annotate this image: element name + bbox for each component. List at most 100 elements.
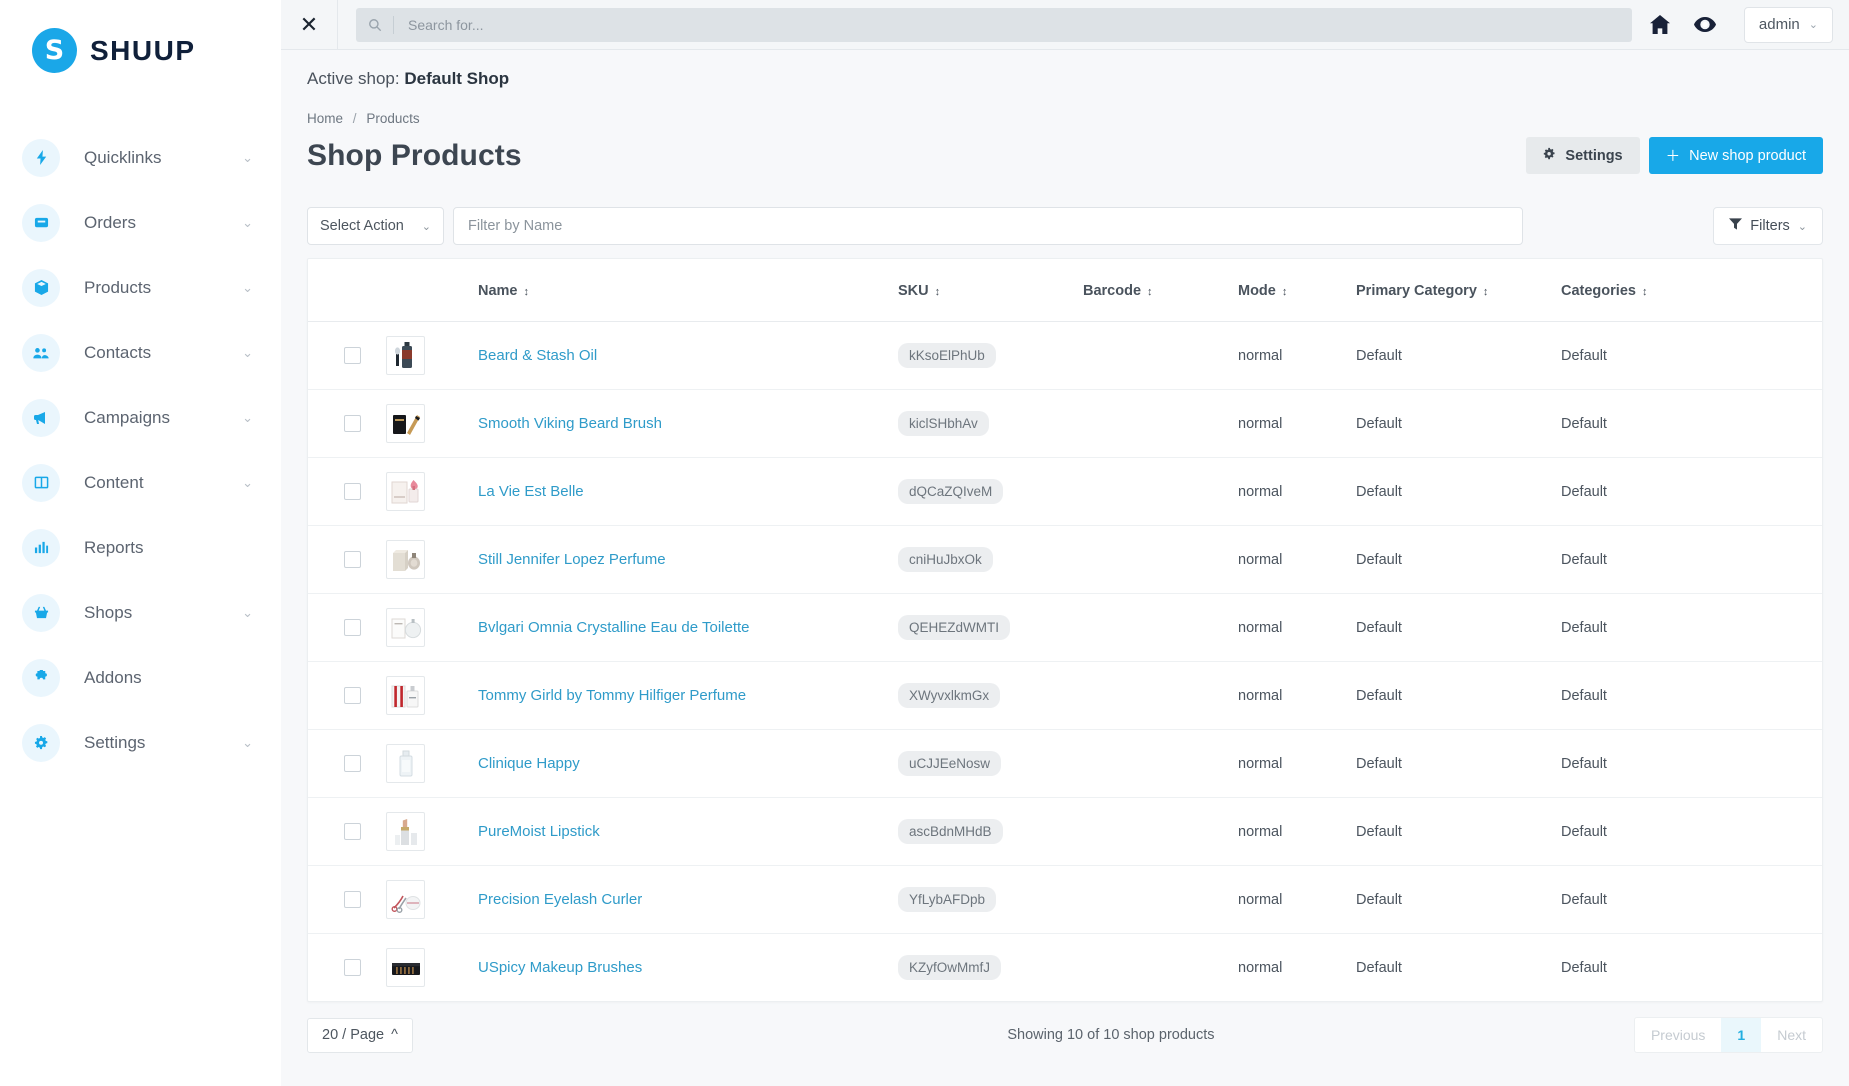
- product-thumbnail-icon: [386, 608, 425, 647]
- sort-icon[interactable]: ↕: [935, 286, 940, 298]
- sidebar-item-addons[interactable]: Addons: [0, 645, 281, 710]
- breadcrumb-separator: /: [353, 111, 357, 126]
- sku-badge: QEHEZdWMTI: [898, 615, 1010, 640]
- product-name-link[interactable]: USpicy Makeup Brushes: [478, 959, 642, 976]
- product-name-link[interactable]: Smooth Viking Beard Brush: [478, 415, 662, 432]
- sidebar-item-orders[interactable]: Orders ⌄: [0, 190, 281, 255]
- cube-icon: [22, 269, 60, 307]
- per-page-label: 20 / Page: [322, 1027, 384, 1043]
- global-search[interactable]: [356, 8, 1632, 42]
- per-page-dropdown[interactable]: 20 / Page ^: [307, 1018, 413, 1053]
- product-name-link[interactable]: Still Jennifer Lopez Perfume: [478, 551, 666, 568]
- table-body: Beard & Stash OilkKsoElPhUbnormalDefault…: [308, 322, 1822, 1002]
- product-name-link[interactable]: PureMoist Lipstick: [478, 823, 600, 840]
- sort-icon[interactable]: ↕: [1147, 286, 1152, 298]
- row-sku-cell: KZyfOwMmfJ: [898, 934, 1083, 1002]
- sidebar-item-settings[interactable]: Settings ⌄: [0, 710, 281, 775]
- product-name-link[interactable]: La Vie Est Belle: [478, 483, 584, 500]
- sidebar-item-campaigns[interactable]: Campaigns ⌄: [0, 385, 281, 450]
- product-name-link[interactable]: Precision Eyelash Curler: [478, 891, 642, 908]
- row-checkbox[interactable]: [344, 415, 361, 432]
- row-sku-cell: XWyvxlkmGx: [898, 662, 1083, 730]
- column-categories[interactable]: Categories↕: [1561, 259, 1822, 322]
- row-sku-cell: cniHuJbxOk: [898, 526, 1083, 594]
- sort-icon[interactable]: ↕: [1642, 286, 1647, 298]
- row-checkbox[interactable]: [344, 619, 361, 636]
- pagination-next[interactable]: Next: [1761, 1018, 1822, 1052]
- row-checkbox[interactable]: [344, 551, 361, 568]
- row-select-cell: [308, 526, 386, 594]
- row-categories-cell: Default: [1561, 322, 1822, 390]
- settings-button[interactable]: Settings: [1526, 137, 1639, 174]
- product-name-link[interactable]: Bvlgari Omnia Crystalline Eau de Toilett…: [478, 619, 750, 636]
- product-name-link[interactable]: Beard & Stash Oil: [478, 347, 597, 364]
- active-shop: Active shop: Default Shop: [307, 50, 1823, 89]
- close-icon[interactable]: ✕: [281, 0, 338, 50]
- pagination-page-1[interactable]: 1: [1721, 1018, 1761, 1052]
- sort-icon[interactable]: ↕: [1483, 286, 1488, 298]
- admin-menu-button[interactable]: admin ⌄: [1744, 7, 1833, 43]
- row-select-cell: [308, 866, 386, 934]
- chevron-down-icon: ⌄: [242, 216, 253, 229]
- column-sku[interactable]: SKU↕: [898, 259, 1083, 322]
- breadcrumb-products[interactable]: Products: [366, 111, 419, 126]
- chevron-down-icon: ⌄: [1798, 220, 1807, 233]
- row-checkbox[interactable]: [344, 755, 361, 772]
- admin-label: admin: [1759, 16, 1800, 33]
- sidebar-item-contacts[interactable]: Contacts ⌄: [0, 320, 281, 385]
- row-checkbox[interactable]: [344, 483, 361, 500]
- sidebar-label-shops: Shops: [84, 603, 132, 623]
- pagination: Previous 1 Next: [1634, 1017, 1823, 1053]
- product-thumbnail-icon: [386, 948, 425, 987]
- select-action-label: Select Action: [320, 218, 404, 234]
- sort-icon[interactable]: ↕: [524, 286, 529, 298]
- row-barcode-cell: [1083, 662, 1238, 730]
- sort-icon[interactable]: ↕: [1282, 286, 1287, 298]
- row-checkbox[interactable]: [344, 347, 361, 364]
- row-name-cell: Beard & Stash Oil: [478, 322, 898, 390]
- filters-button[interactable]: Filters ⌄: [1713, 207, 1823, 245]
- column-primary-category[interactable]: Primary Category↕: [1356, 259, 1561, 322]
- sidebar-item-products[interactable]: Products ⌄: [0, 255, 281, 320]
- row-checkbox[interactable]: [344, 959, 361, 976]
- search-input[interactable]: [408, 9, 1632, 41]
- row-checkbox[interactable]: [344, 687, 361, 704]
- new-shop-product-button[interactable]: ＋ New shop product: [1649, 137, 1823, 174]
- sidebar-item-quicklinks[interactable]: Quicklinks ⌄: [0, 125, 281, 190]
- eye-icon[interactable]: [1694, 17, 1716, 32]
- row-mode-cell: normal: [1238, 458, 1356, 526]
- column-name[interactable]: Name↕: [478, 259, 898, 322]
- pagination-previous[interactable]: Previous: [1635, 1018, 1721, 1052]
- sidebar-item-reports[interactable]: Reports: [0, 515, 281, 580]
- product-name-link[interactable]: Clinique Happy: [478, 755, 580, 772]
- sku-badge: XWyvxlkmGx: [898, 683, 1000, 708]
- select-action-dropdown[interactable]: Select Action ⌄: [307, 207, 444, 245]
- table-row: Precision Eyelash CurlerYfLybAFDpbnormal…: [308, 866, 1822, 934]
- row-categories-cell: Default: [1561, 866, 1822, 934]
- app-root: S SHUUP Quicklinks ⌄ Orders ⌄: [0, 0, 1849, 1086]
- sidebar-item-content[interactable]: Content ⌄: [0, 450, 281, 515]
- row-name-cell: Smooth Viking Beard Brush: [478, 390, 898, 458]
- column-barcode[interactable]: Barcode↕: [1083, 259, 1238, 322]
- showing-count: Showing 10 of 10 shop products: [1007, 1027, 1214, 1043]
- row-primary-category-cell: Default: [1356, 730, 1561, 798]
- product-name-link[interactable]: Tommy Girld by Tommy Hilfiger Perfume: [478, 687, 746, 704]
- row-select-cell: [308, 662, 386, 730]
- chevron-down-icon: ⌄: [242, 151, 253, 164]
- sidebar-item-shops[interactable]: Shops ⌄: [0, 580, 281, 645]
- row-sku-cell: YfLybAFDpb: [898, 866, 1083, 934]
- column-mode[interactable]: Mode↕: [1238, 259, 1356, 322]
- row-checkbox[interactable]: [344, 823, 361, 840]
- bolt-icon: [22, 139, 60, 177]
- breadcrumb-home[interactable]: Home: [307, 111, 343, 126]
- gear-icon: [1543, 147, 1556, 164]
- row-checkbox[interactable]: [344, 891, 361, 908]
- row-name-cell: Tommy Girld by Tommy Hilfiger Perfume: [478, 662, 898, 730]
- row-mode-cell: normal: [1238, 662, 1356, 730]
- home-icon[interactable]: [1650, 15, 1670, 34]
- row-barcode-cell: [1083, 322, 1238, 390]
- row-primary-category-cell: Default: [1356, 934, 1561, 1002]
- filter-by-name-input[interactable]: [453, 207, 1523, 245]
- brand-logo[interactable]: S SHUUP: [0, 14, 281, 73]
- chevron-down-icon: ⌄: [242, 736, 253, 749]
